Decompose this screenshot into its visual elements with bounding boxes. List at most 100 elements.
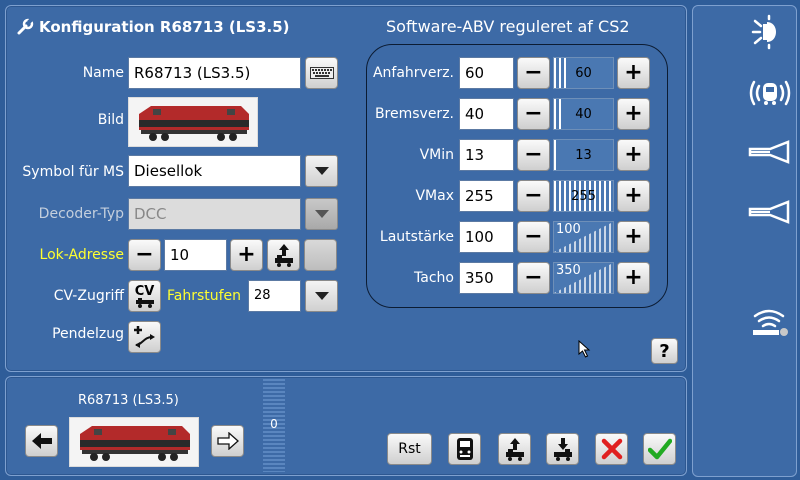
decoder-dropdown-button: [305, 198, 338, 230]
abv-slider[interactable]: 100: [553, 221, 614, 253]
next-loco-button[interactable]: [211, 425, 244, 457]
plus-icon: +: [624, 265, 643, 290]
mouse-cursor-icon: [578, 340, 591, 358]
config-panel: Konfiguration R68713 (LS3.5) Name R68713…: [5, 5, 687, 372]
abv-slider-value: 40: [575, 106, 592, 122]
abv-row-label: Bremsverz.: [374, 106, 454, 122]
checkmark-icon: [647, 438, 672, 460]
pendel-button[interactable]: [128, 321, 161, 353]
abv-minus-button[interactable]: −: [517, 221, 550, 253]
symbol-label: Symbol für MS: [22, 164, 124, 180]
plus-icon: +: [624, 142, 643, 167]
abv-slider[interactable]: 13: [553, 139, 614, 171]
minus-icon: −: [524, 142, 543, 167]
minus-icon: −: [524, 183, 543, 208]
fahrstufen-select[interactable]: 28: [248, 280, 301, 312]
arrow-left-icon: [31, 433, 52, 449]
abv-minus-button[interactable]: −: [517, 262, 550, 294]
abv-plus-button[interactable]: +: [617, 57, 650, 89]
abv-slider[interactable]: 60: [553, 57, 614, 89]
pendel-label: Pendelzug: [52, 326, 124, 342]
name-field[interactable]: R68713 (LS3.5): [128, 57, 301, 89]
bottom-loco-image[interactable]: [69, 417, 199, 467]
symbol-dropdown-button[interactable]: [305, 155, 338, 187]
plus-icon: +: [237, 242, 256, 267]
abv-slider-value: 13: [575, 147, 592, 163]
symbol-select[interactable]: Diesellok: [128, 155, 301, 187]
abv-row-value[interactable]: 350: [459, 262, 514, 294]
abv-slider-value: 255: [571, 188, 596, 204]
abv-slider-value: 60: [575, 65, 592, 81]
plus-icon: +: [624, 224, 643, 249]
abv-minus-button[interactable]: −: [517, 139, 550, 171]
cancel-button[interactable]: [595, 433, 628, 465]
abv-slider-value: 350: [556, 263, 581, 278]
decoder-label: Decoder-Typ: [38, 206, 124, 222]
ok-button[interactable]: [643, 433, 676, 465]
prev-loco-button[interactable]: [25, 425, 58, 457]
abv-row-value[interactable]: 13: [459, 139, 514, 171]
address-label: Lok-Adresse: [39, 247, 124, 263]
abv-slider[interactable]: 40: [553, 98, 614, 130]
abv-plus-button[interactable]: +: [617, 221, 650, 253]
keyboard-button[interactable]: [305, 57, 338, 89]
address-field[interactable]: 10: [164, 239, 227, 271]
abv-plus-button[interactable]: +: [617, 98, 650, 130]
horn-icon[interactable]: [748, 140, 792, 164]
cv-button-label: CV: [134, 283, 155, 299]
bild-label: Bild: [97, 112, 124, 128]
smoke-generator-icon[interactable]: [751, 304, 791, 340]
keyboard-icon: [309, 67, 334, 79]
abv-minus-button[interactable]: −: [517, 180, 550, 212]
reset-button[interactable]: Rst: [387, 433, 432, 465]
upload-loco-button[interactable]: [498, 433, 531, 465]
abv-title: Software-ABV reguleret af CS2: [386, 17, 630, 36]
plus-icon: +: [624, 183, 643, 208]
abv-slider[interactable]: 350: [553, 262, 614, 294]
plus-icon: +: [624, 101, 643, 126]
abv-plus-button[interactable]: +: [617, 139, 650, 171]
fahrstufen-dropdown-button[interactable]: [305, 280, 338, 312]
sound-loco-icon[interactable]: [748, 78, 792, 108]
diesel-loco-icon: [129, 98, 257, 146]
abv-slider[interactable]: 255: [553, 180, 614, 212]
horn-2-icon[interactable]: [748, 200, 792, 224]
abv-row-value[interactable]: 100: [459, 221, 514, 253]
abv-row-label: Lautstärke: [379, 229, 454, 245]
address-extra-button[interactable]: [304, 239, 337, 271]
chevron-down-icon: [314, 167, 329, 175]
abv-row-label: VMin: [419, 147, 454, 163]
loco-icon: [135, 297, 154, 308]
diesel-loco-icon: [70, 418, 198, 466]
name-label: Name: [82, 65, 124, 81]
chevron-down-icon: [314, 210, 329, 218]
abv-row-value[interactable]: 255: [459, 180, 514, 212]
close-icon: [601, 438, 622, 460]
page-title: Konfiguration R68713 (LS3.5): [39, 18, 290, 36]
address-minus-button[interactable]: −: [128, 239, 161, 271]
abv-row-value[interactable]: 60: [459, 57, 514, 89]
chevron-down-icon: [314, 292, 329, 300]
speed-value: 0: [270, 417, 278, 431]
minus-icon: −: [524, 224, 543, 249]
help-button[interactable]: ?: [651, 338, 678, 364]
download-loco-button[interactable]: [546, 433, 579, 465]
cv-button[interactable]: CV: [128, 280, 161, 312]
fahrstufen-label: Fahrstufen: [167, 288, 242, 304]
abv-row-label: Tacho: [414, 270, 454, 286]
abv-slider-value: 100: [556, 222, 581, 237]
address-plus-button[interactable]: +: [230, 239, 263, 271]
read-address-button[interactable]: [267, 239, 300, 271]
loco-card-button[interactable]: [448, 433, 481, 465]
abv-plus-button[interactable]: +: [617, 180, 650, 212]
minus-icon: −: [524, 60, 543, 85]
loco-upload-icon: [274, 244, 293, 267]
function-sidebar: [692, 5, 797, 477]
abv-minus-button[interactable]: −: [517, 98, 550, 130]
loco-upload-icon: [505, 438, 524, 461]
light-icon[interactable]: [751, 14, 789, 50]
abv-row-value[interactable]: 40: [459, 98, 514, 130]
abv-minus-button[interactable]: −: [517, 57, 550, 89]
abv-plus-button[interactable]: +: [617, 262, 650, 294]
loco-image[interactable]: [128, 97, 258, 147]
